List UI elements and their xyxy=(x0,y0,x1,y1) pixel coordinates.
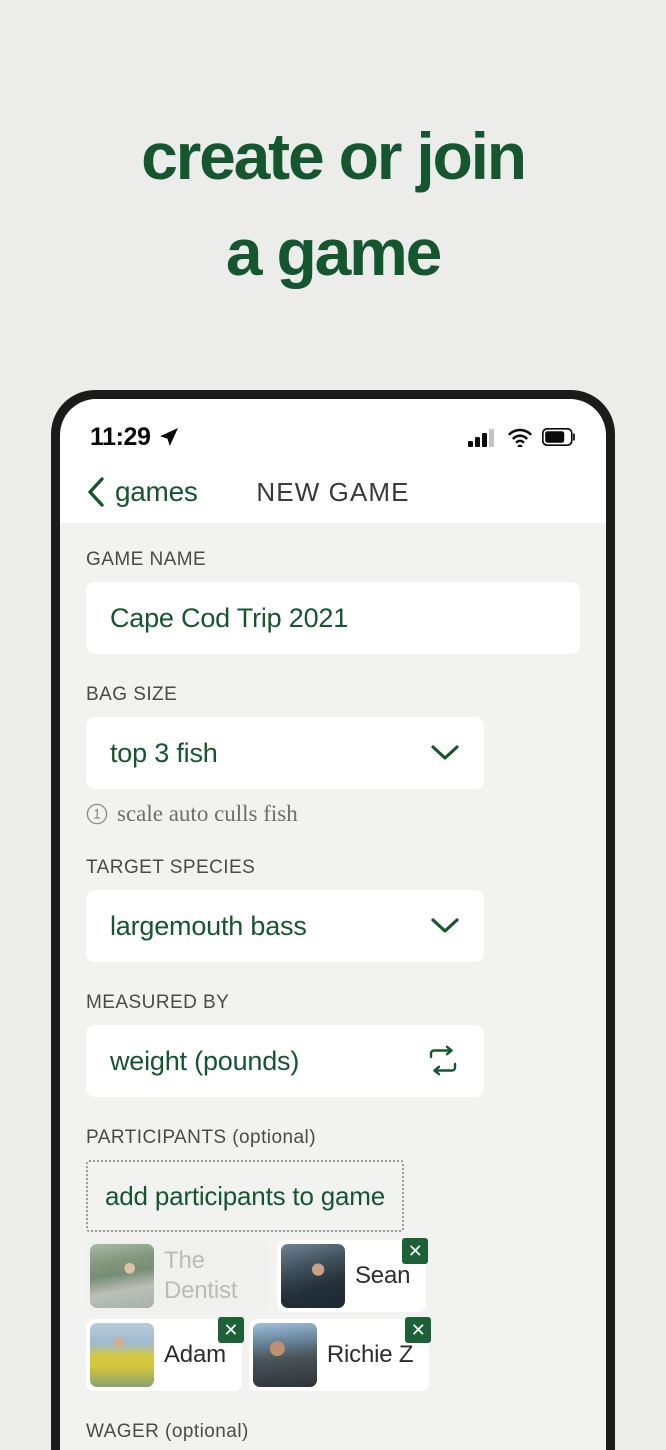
headline-line-1: create or join xyxy=(141,119,527,193)
target-species-select[interactable]: largemouth bass xyxy=(86,890,484,962)
field-group-measured-by: MEASURED BY weight (pounds) xyxy=(60,992,606,1097)
participant-name: Sean xyxy=(355,1262,411,1289)
game-name-value: Cape Cod Trip 2021 xyxy=(110,602,349,633)
location-arrow-icon xyxy=(159,428,178,446)
chevron-left-icon xyxy=(88,477,104,507)
participant-name: Adam xyxy=(164,1341,226,1368)
bag-size-value: top 3 fish xyxy=(110,737,218,768)
close-x-icon[interactable]: ✕ xyxy=(402,1238,429,1264)
close-x-icon[interactable]: ✕ xyxy=(217,1317,244,1343)
bag-size-hint: scale auto culls fish xyxy=(86,801,580,827)
phone-mockup-frame: 11:29 games NEW GAME GAME NAME Cape Cod … xyxy=(51,390,615,1450)
page-headline: create or join a game xyxy=(0,0,666,300)
avatar xyxy=(252,1323,317,1387)
close-x-icon[interactable]: ✕ xyxy=(405,1317,432,1343)
participant-chip[interactable]: The Dentist xyxy=(86,1240,270,1312)
target-species-value: largemouth bass xyxy=(110,910,307,941)
bag-size-label: BAG SIZE xyxy=(86,684,178,705)
field-group-target-species: TARGET SPECIES largemouth bass xyxy=(60,857,606,962)
participant-chip[interactable]: Adam ✕ xyxy=(86,1317,244,1391)
bag-size-select[interactable]: top 3 fish xyxy=(86,717,484,789)
battery-icon xyxy=(542,428,575,446)
back-to-games-button[interactable]: games xyxy=(86,476,198,508)
participant-chip[interactable]: Richie Z ✕ xyxy=(248,1317,432,1391)
status-bar: 11:29 xyxy=(60,399,606,461)
measured-by-toggle[interactable]: weight (pounds) xyxy=(86,1025,484,1097)
cellular-signal-icon xyxy=(468,429,494,447)
game-name-input[interactable]: Cape Cod Trip 2021 xyxy=(86,582,580,654)
add-participants-label: add participants to game xyxy=(105,1180,385,1211)
info-circle-icon xyxy=(86,803,108,825)
field-group-participants: PARTICIPANTS (optional) add participants… xyxy=(60,1127,606,1391)
wifi-icon xyxy=(508,428,532,447)
participant-chip-list: The Dentist Sean ✕ Adam ✕ Richie Z ✕ xyxy=(86,1238,546,1391)
navigation-bar: games NEW GAME xyxy=(60,461,606,523)
game-name-label: GAME NAME xyxy=(86,549,207,570)
status-bar-right xyxy=(468,427,576,447)
avatar xyxy=(90,1244,154,1308)
chevron-down-icon xyxy=(431,745,459,760)
bag-size-hint-text: scale auto culls fish xyxy=(117,801,298,826)
target-species-label: TARGET SPECIES xyxy=(86,857,256,878)
headline-line-2: a game xyxy=(225,215,442,289)
add-participants-button[interactable]: add participants to game xyxy=(86,1160,404,1232)
avatar xyxy=(90,1323,154,1387)
measured-by-label: MEASURED BY xyxy=(86,992,230,1013)
participant-chip[interactable]: Sean ✕ xyxy=(277,1238,429,1312)
field-group-game-name: GAME NAME Cape Cod Trip 2021 xyxy=(60,549,606,654)
back-label: games xyxy=(115,476,198,507)
field-group-wager: WAGER (optional) e.g. loser gets a tatto… xyxy=(60,1421,606,1450)
participant-name: Richie Z xyxy=(326,1341,414,1368)
participant-name: The Dentist xyxy=(164,1247,238,1304)
measured-by-value: weight (pounds) xyxy=(110,1045,300,1076)
phone-screen: 11:29 games NEW GAME GAME NAME Cape Cod … xyxy=(60,399,606,1450)
participants-label: PARTICIPANTS (optional) xyxy=(86,1127,316,1148)
chevron-down-icon xyxy=(431,918,459,933)
swap-arrows-icon xyxy=(429,1045,457,1076)
avatar xyxy=(281,1244,345,1308)
status-bar-left: 11:29 xyxy=(90,423,179,452)
status-bar-time: 11:29 xyxy=(90,422,151,451)
field-group-bag-size: BAG SIZE top 3 fish scale auto culls fis… xyxy=(60,684,606,827)
new-game-form: GAME NAME Cape Cod Trip 2021 BAG SIZE to… xyxy=(60,523,606,1450)
